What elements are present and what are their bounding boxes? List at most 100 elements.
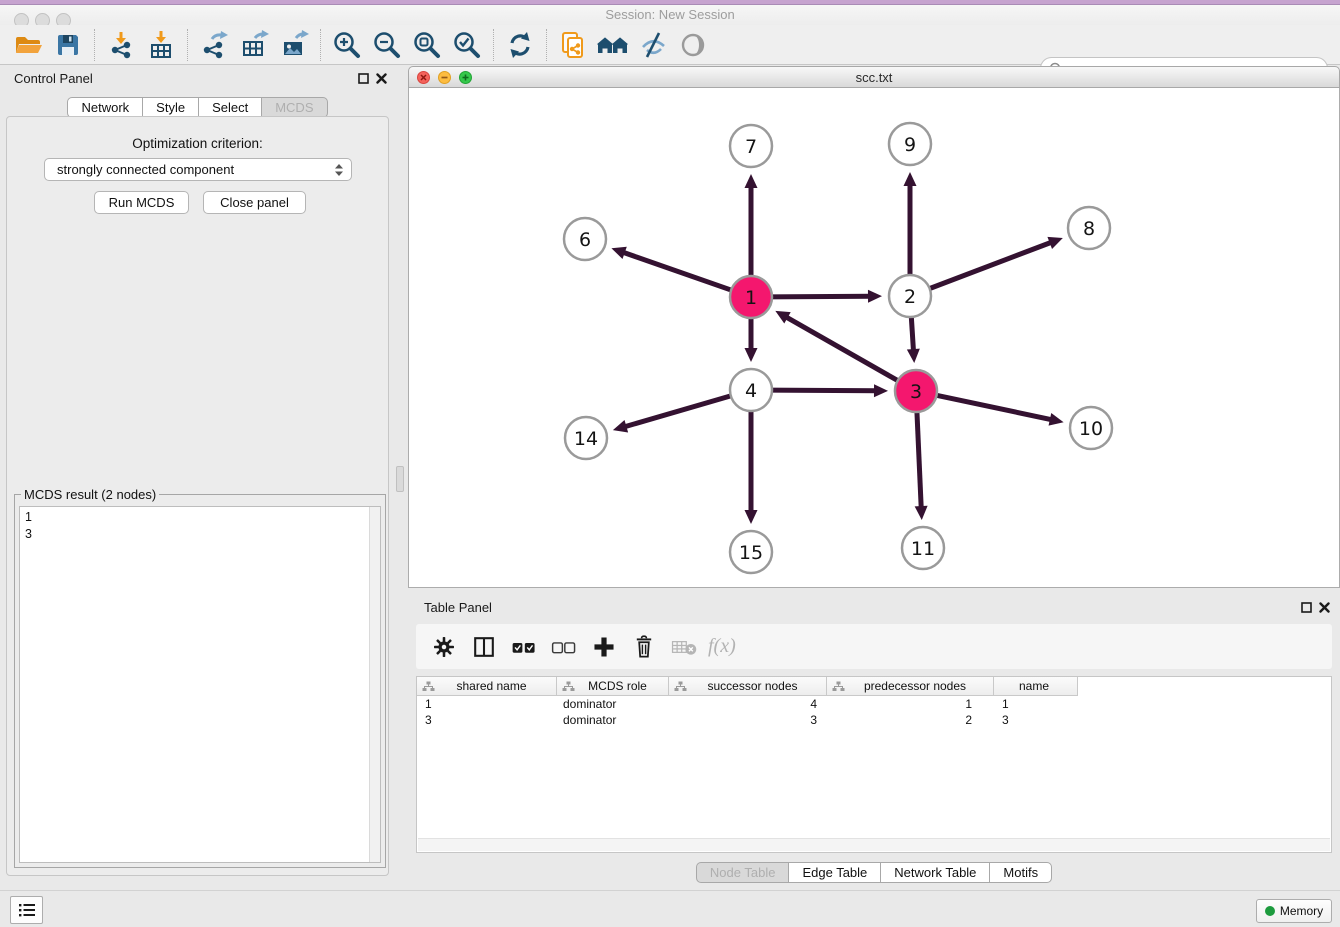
graph-edge-1-6[interactable] <box>621 252 734 292</box>
tab-edge-table[interactable]: Edge Table <box>788 862 881 883</box>
close-network-icon[interactable] <box>417 71 430 84</box>
list-icon <box>18 902 36 918</box>
export-network-icon[interactable] <box>194 27 234 63</box>
panel-splitter-handle[interactable] <box>396 466 404 492</box>
cell-shared-name: 1 <box>417 697 557 711</box>
control-panel-title: Control Panel <box>14 71 93 86</box>
import-table-icon[interactable] <box>141 27 181 63</box>
cell-successor-nodes: 3 <box>669 713 827 727</box>
float-table-panel-icon[interactable] <box>1301 602 1312 613</box>
network-view-window: scc.txt 7968124314101511 <box>408 66 1340 588</box>
graph-node-label: 11 <box>911 538 935 560</box>
tab-style[interactable]: Style <box>142 97 199 118</box>
network-canvas[interactable]: 7968124314101511 <box>408 88 1340 588</box>
table-horizontal-scrollbar[interactable] <box>418 838 1330 851</box>
optimization-criterion-dropdown[interactable]: strongly connected component <box>44 158 352 181</box>
tree-icon <box>562 681 575 692</box>
open-session-icon[interactable] <box>8 27 48 63</box>
split-columns-icon[interactable] <box>466 629 502 665</box>
graph-node-label: 14 <box>574 428 598 450</box>
close-panel-icon[interactable] <box>376 73 387 84</box>
graph-edge-arrowhead <box>1049 413 1064 426</box>
export-table-icon[interactable] <box>234 27 274 63</box>
tree-icon <box>674 681 687 692</box>
hide-graphics-details-icon[interactable] <box>633 27 673 63</box>
toolbar-separator <box>187 29 188 61</box>
tab-select[interactable]: Select <box>198 97 262 118</box>
tree-icon <box>832 681 845 692</box>
graph-edge-3-1[interactable] <box>784 316 900 382</box>
add-column-icon[interactable] <box>586 629 622 665</box>
zoom-out-icon[interactable] <box>367 27 407 63</box>
tab-mcds[interactable]: MCDS <box>261 97 327 118</box>
save-session-icon[interactable] <box>48 27 88 63</box>
column-header-name[interactable]: name <box>994 677 1078 696</box>
tab-network[interactable]: Network <box>67 97 143 118</box>
toolbar-separator <box>546 29 547 61</box>
minimize-network-icon[interactable] <box>438 71 451 84</box>
float-panel-icon[interactable] <box>358 73 369 84</box>
column-header-successor-nodes[interactable]: successor nodes <box>669 677 827 696</box>
graph-edge-4-3[interactable] <box>769 390 878 391</box>
zoom-in-icon[interactable] <box>327 27 367 63</box>
toolbar-separator <box>320 29 321 61</box>
tree-icon <box>422 681 435 692</box>
graph-edge-arrowhead <box>611 247 626 259</box>
bird-eye-view-icon[interactable] <box>673 27 713 63</box>
graph-node-label: 3 <box>910 381 922 403</box>
maximize-network-icon[interactable] <box>459 71 472 84</box>
delete-column-icon[interactable] <box>626 629 662 665</box>
graph-edge-3-11[interactable] <box>917 409 922 510</box>
status-bar: Memory <box>0 890 1340 927</box>
tab-network-table[interactable]: Network Table <box>880 862 990 883</box>
column-header-predecessor-nodes[interactable]: predecessor nodes <box>827 677 994 696</box>
result-scrollbar[interactable] <box>369 507 380 862</box>
function-builder-icon[interactable]: f(x) <box>706 629 736 665</box>
memory-button[interactable]: Memory <box>1256 899 1332 923</box>
table-header: shared name MCDS role successor nodes pr… <box>417 677 1331 696</box>
delete-table-icon[interactable] <box>666 629 702 665</box>
task-history-button[interactable] <box>10 896 43 924</box>
main-toolbar <box>0 25 1340 65</box>
clone-network-icon[interactable] <box>553 27 593 63</box>
control-panel: Control Panel Network Style Select MCDS … <box>0 66 395 890</box>
mcds-result-title: MCDS result (2 nodes) <box>21 487 159 502</box>
graph-edge-arrowhead <box>868 290 882 303</box>
table-row[interactable]: 3 dominator 3 2 3 <box>417 712 1331 728</box>
network-window-titlebar[interactable]: scc.txt <box>408 66 1340 88</box>
table-row[interactable]: 1 dominator 4 1 1 <box>417 696 1331 712</box>
graph-node-label: 4 <box>745 380 757 402</box>
refresh-view-icon[interactable] <box>500 27 540 63</box>
toolbar-separator <box>493 29 494 61</box>
graph-edge-2-3[interactable] <box>911 314 913 353</box>
graph-edge-arrowhead <box>907 349 920 363</box>
run-mcds-button[interactable]: Run MCDS <box>94 191 189 214</box>
tab-motifs[interactable]: Motifs <box>989 862 1052 883</box>
graph-edge-1-2[interactable] <box>769 296 872 297</box>
zoom-selected-icon[interactable] <box>447 27 487 63</box>
settings-gear-icon[interactable] <box>426 629 462 665</box>
select-all-check-icon[interactable] <box>506 629 542 665</box>
graph-edge-4-14[interactable] <box>622 395 733 427</box>
close-table-panel-icon[interactable] <box>1319 602 1330 613</box>
zoom-fit-icon[interactable] <box>407 27 447 63</box>
cell-successor-nodes: 4 <box>669 697 827 711</box>
chevron-up-down-icon <box>334 163 344 177</box>
export-image-icon[interactable] <box>274 27 314 63</box>
close-panel-button[interactable]: Close panel <box>203 191 306 214</box>
tab-node-table[interactable]: Node Table <box>696 862 790 883</box>
import-network-icon[interactable] <box>101 27 141 63</box>
table-panel: Table Panel f(x) shared name <box>408 595 1340 890</box>
dropdown-value: strongly connected component <box>57 162 234 177</box>
graph-node-label: 9 <box>904 134 916 156</box>
graph-edge-2-8[interactable] <box>927 241 1054 289</box>
home-view-icon[interactable] <box>593 27 633 63</box>
deselect-all-icon[interactable] <box>546 629 582 665</box>
graph-edge-3-10[interactable] <box>934 395 1054 420</box>
column-header-mcds-role[interactable]: MCDS role <box>557 677 669 696</box>
cell-name: 1 <box>994 697 1078 711</box>
node-table[interactable]: shared name MCDS role successor nodes pr… <box>416 676 1332 853</box>
graph-node-label: 8 <box>1083 218 1095 240</box>
mcds-result-area[interactable]: 1 3 <box>19 506 381 863</box>
column-header-shared-name[interactable]: shared name <box>417 677 557 696</box>
